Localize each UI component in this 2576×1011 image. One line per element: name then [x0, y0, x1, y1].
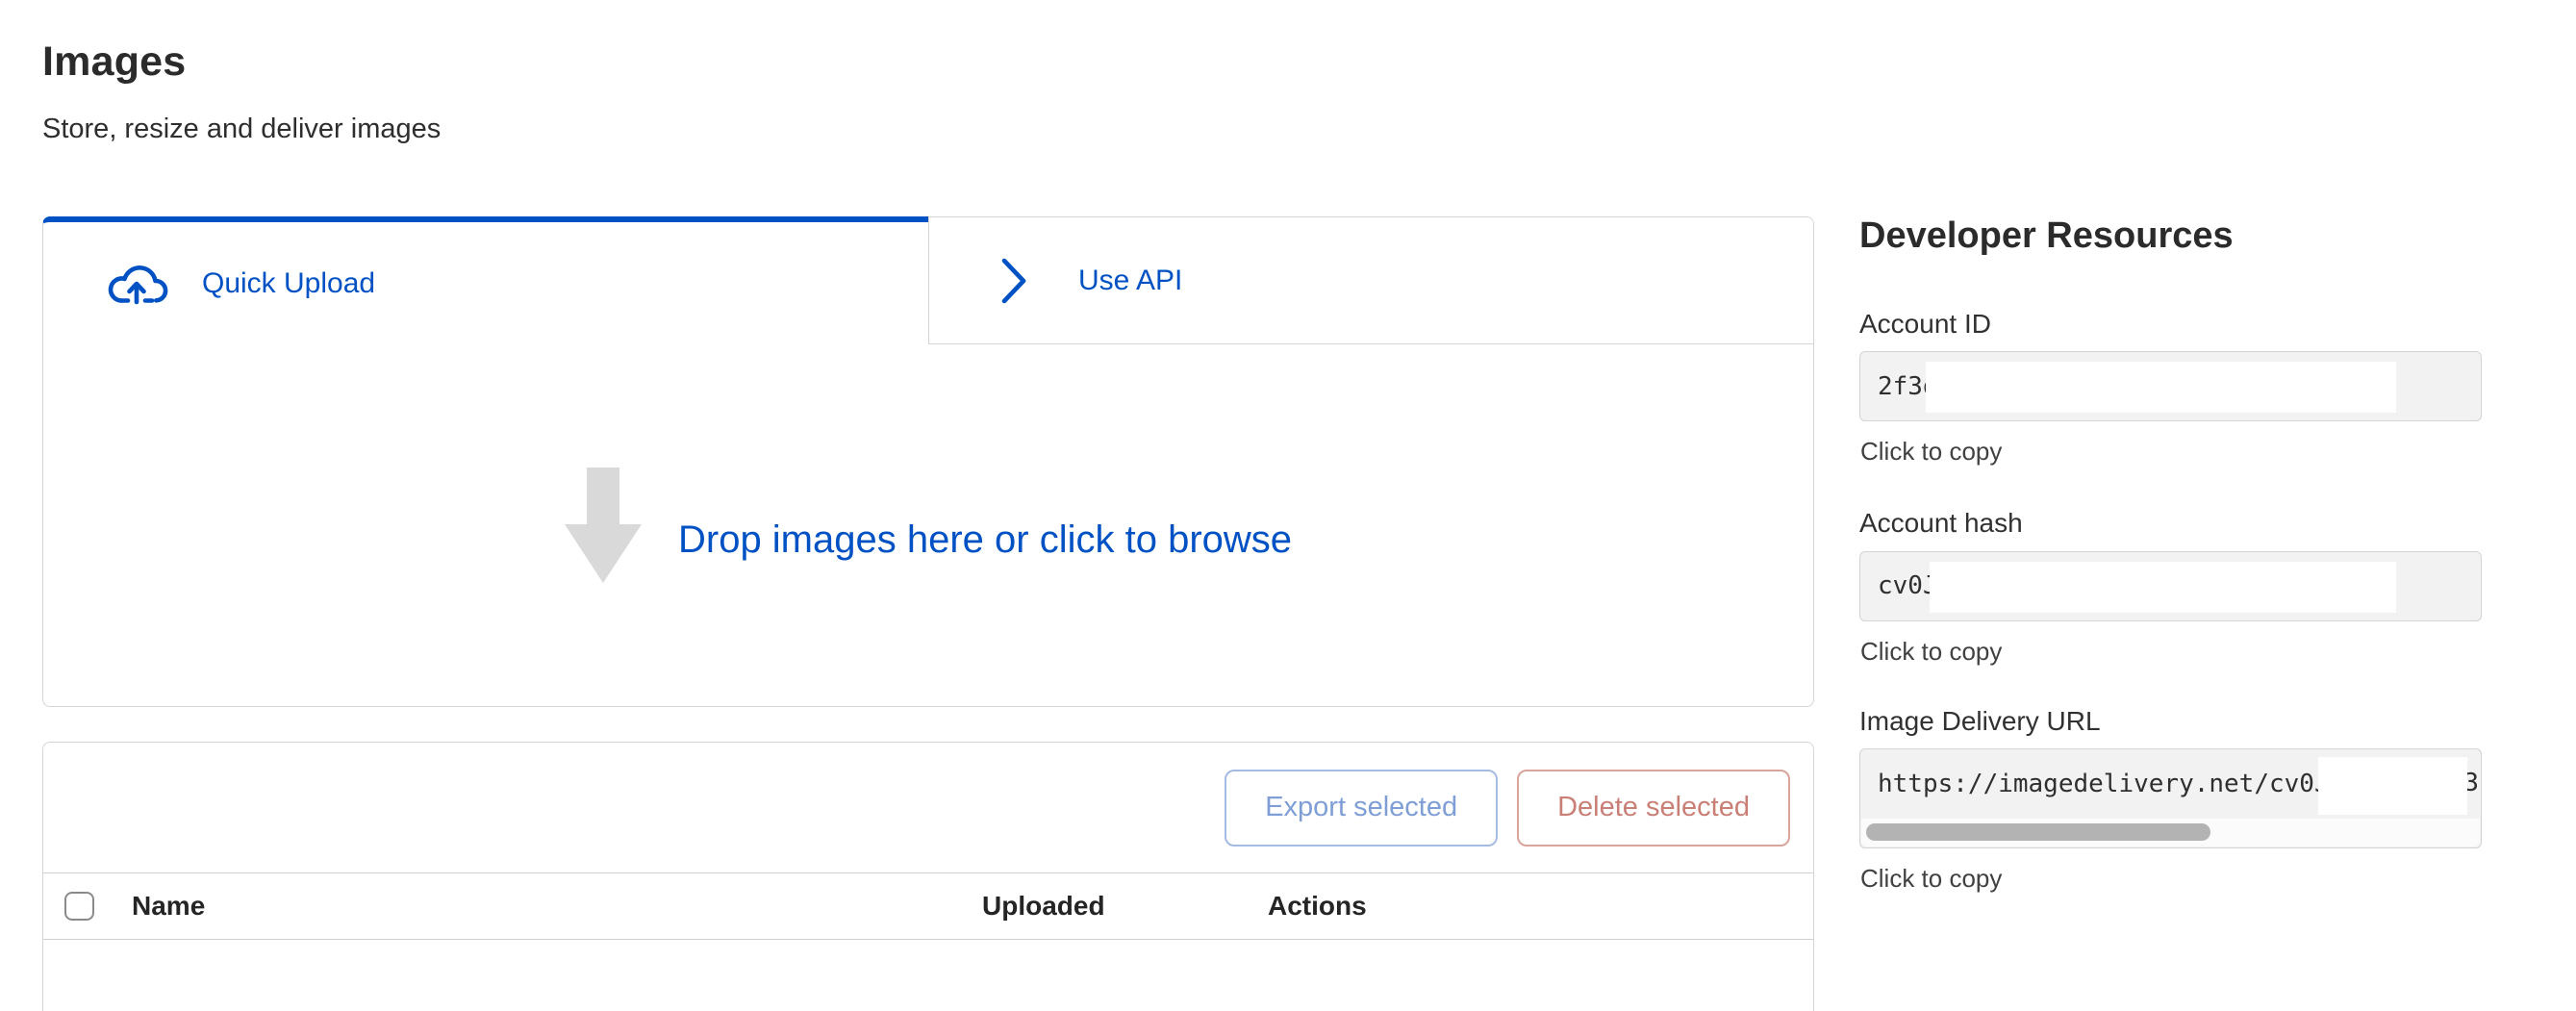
redaction-overlay	[1930, 562, 2396, 613]
redaction-overlay	[2318, 757, 2467, 815]
url-scrollbar-track	[1861, 819, 2480, 847]
chevron-right-icon	[999, 257, 1028, 305]
page-subtitle: Store, resize and deliver images	[42, 114, 441, 145]
tab-use-api-label: Use API	[1078, 265, 1182, 297]
images-table-card: Export selected Delete selected Name Upl…	[42, 742, 1814, 1011]
developer-resources-title: Developer Resources	[1859, 215, 2482, 258]
image-delivery-url-copy-hint: Click to copy	[1860, 864, 2482, 894]
redaction-overlay	[1926, 362, 2396, 413]
export-selected-button[interactable]: Export selected	[1225, 770, 1498, 847]
select-all-checkbox[interactable]	[64, 892, 94, 921]
account-id-field[interactable]: 2f3d	[1859, 351, 2482, 421]
developer-resources-panel: Developer Resources Account ID 2f3d Clic…	[1859, 215, 2482, 894]
column-header-uploaded: Uploaded	[982, 891, 1105, 922]
image-delivery-url-value: https://imagedelivery.net/cv0JS	[1878, 770, 2344, 798]
cloud-upload-icon	[105, 260, 168, 308]
dropzone[interactable]: Drop images here or click to browse	[42, 344, 1814, 707]
upload-panel: Quick Upload Use API Drop images here or…	[42, 216, 1814, 707]
account-hash-copy-hint: Click to copy	[1860, 637, 2482, 667]
image-delivery-url-label: Image Delivery URL	[1859, 705, 2482, 738]
table-header-row: Name Uploaded Actions	[43, 872, 1813, 940]
tab-use-api[interactable]: Use API	[928, 216, 1814, 344]
arrow-down-icon	[565, 468, 642, 589]
account-id-copy-hint: Click to copy	[1860, 437, 2482, 467]
table-toolbar: Export selected Delete selected	[43, 743, 1813, 872]
column-header-actions: Actions	[1268, 891, 1367, 922]
page-title: Images	[42, 38, 186, 86]
url-scrollbar-thumb[interactable]	[1866, 823, 2210, 841]
account-hash-label: Account hash	[1859, 507, 2482, 540]
account-id-label: Account ID	[1859, 308, 2482, 341]
delete-selected-button[interactable]: Delete selected	[1517, 770, 1790, 847]
image-delivery-url-field[interactable]: https://imagedelivery.net/cv0JS 3	[1859, 748, 2482, 848]
account-hash-field[interactable]: cv0J	[1859, 551, 2482, 621]
tabs-row: Quick Upload Use API	[42, 216, 1814, 344]
tab-quick-upload-label: Quick Upload	[202, 267, 375, 300]
tab-quick-upload[interactable]: Quick Upload	[42, 216, 928, 344]
dropzone-label: Drop images here or click to browse	[678, 518, 1292, 562]
image-delivery-url-text-row: https://imagedelivery.net/cv0JS 3	[1860, 749, 2481, 819]
column-header-name: Name	[132, 891, 205, 922]
